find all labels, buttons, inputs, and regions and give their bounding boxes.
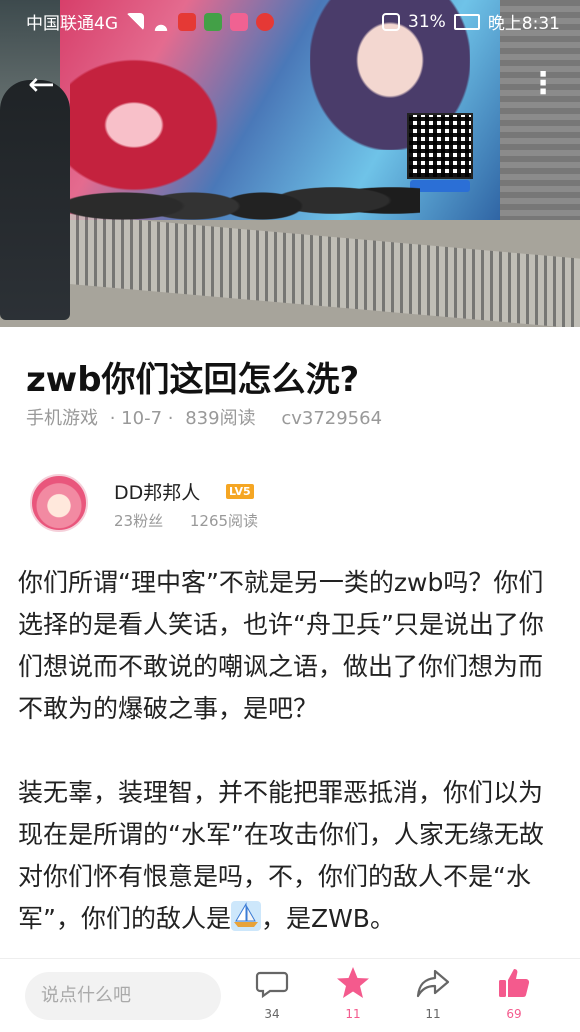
comment-count: 34	[264, 1007, 280, 1021]
body-text: ，是ZWB。	[260, 904, 395, 933]
article-date: · 10-7 ·	[109, 408, 174, 429]
level-badge: LV5	[226, 484, 254, 499]
bottom-action-bar: 说点什么吧 34 11 11 69	[0, 958, 580, 1032]
thumbs-up-icon	[499, 969, 530, 997]
like-button[interactable]: 69	[484, 965, 544, 1029]
back-arrow-icon[interactable]: ←	[28, 66, 64, 102]
author-reads: 1265阅读	[189, 512, 259, 530]
article-cv-id: cv3729564	[281, 408, 383, 429]
battery-icon	[453, 13, 480, 30]
signal-icon	[126, 12, 144, 31]
hero-standing-person	[0, 80, 70, 320]
sailboat-emoji-icon	[230, 901, 261, 931]
comment-input[interactable]: 说点什么吧	[25, 972, 221, 1020]
article-meta: 手机游戏 · 10-7 · 839阅读 cv3729564	[26, 404, 388, 430]
favorite-button[interactable]: 11	[323, 965, 383, 1029]
hero-cosplayers	[70, 140, 420, 250]
share-button[interactable]: 11	[403, 965, 463, 1029]
article-category[interactable]: 手机游戏	[26, 408, 98, 429]
share-icon	[416, 969, 450, 998]
body-paragraph: 你们所谓“理中客”不就是另一类的zwb吗？你们选择的是看人笑话，也许“舟卫兵”只…	[18, 568, 544, 723]
star-icon	[337, 967, 369, 998]
status-left: 中国联通4G	[26, 9, 274, 34]
carrier-label: 中国联通4G	[26, 14, 118, 34]
more-options-icon[interactable]: ⋮	[528, 66, 558, 102]
author-name[interactable]: DD邦邦人	[114, 478, 200, 505]
hero-image	[0, 0, 580, 327]
app-icon-music	[256, 12, 274, 31]
app-icon-play	[204, 12, 222, 31]
favorite-count: 11	[345, 1007, 361, 1021]
status-right: 31% 晚上8:31	[382, 9, 560, 34]
nfc-icon	[382, 12, 401, 31]
app-icon-huawei	[178, 12, 196, 31]
clock: 晚上8:31	[487, 14, 560, 34]
article-title: zwb你们这回怎么洗?	[26, 360, 360, 400]
battery-percent: 31%	[408, 11, 446, 32]
article-body: 你们所谓“理中客”不就是另一类的zwb吗？你们选择的是看人笑话，也许“舟卫兵”只…	[18, 562, 566, 982]
author-stats: 23粉丝 1265阅读	[114, 510, 280, 531]
article-reads: 839阅读	[185, 408, 256, 429]
app-icon-heart	[230, 12, 248, 31]
comment-icon	[255, 971, 289, 999]
comment-button[interactable]: 34	[242, 965, 302, 1029]
avatar[interactable]	[30, 474, 88, 532]
status-bar: 中国联通4G 31% 晚上8:31	[0, 0, 580, 38]
like-count: 69	[506, 1007, 522, 1021]
body-paragraph: 装无辜，装理智，并不能把罪恶抵消，你们以为现在是所谓的“水军”在攻击你们，人家无…	[18, 772, 566, 940]
wifi-icon	[152, 12, 170, 31]
author-fans: 23粉丝	[114, 512, 164, 530]
share-count: 11	[425, 1007, 441, 1021]
